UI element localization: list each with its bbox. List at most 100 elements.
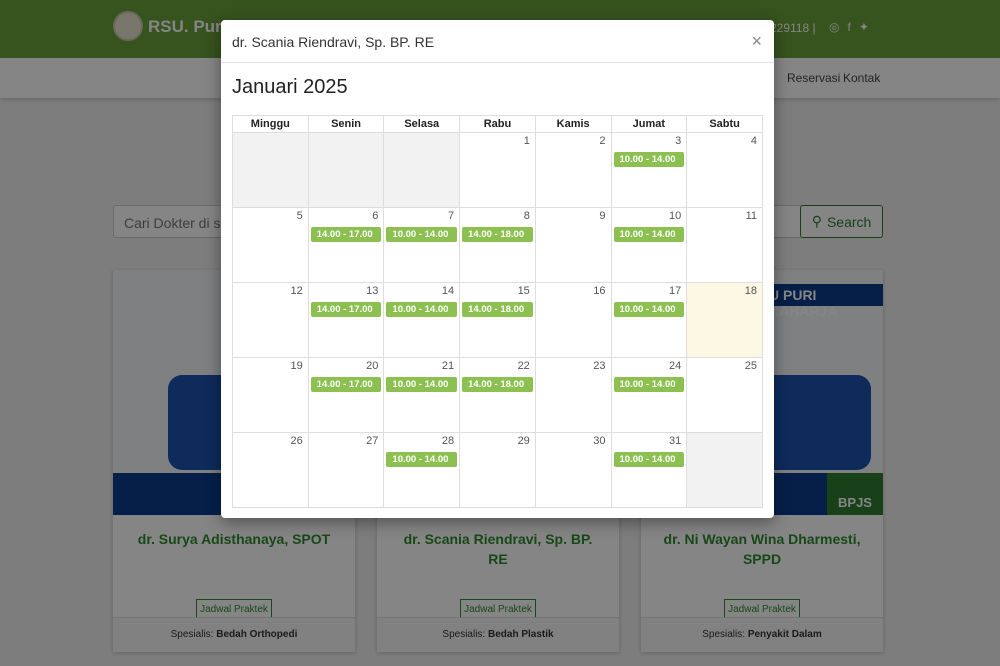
day-number: 20 (366, 360, 379, 372)
schedule-modal: dr. Scania Riendravi, Sp. BP. RE × Janua… (221, 20, 774, 518)
calendar-week: 5 6 14.00 - 17.00 7 10.00 - 14.00 8 14.00 - 18… (232, 207, 763, 283)
calendar-day[interactable]: 9 (534, 207, 612, 283)
schedule-event[interactable]: 14.00 - 17.00 (310, 227, 382, 242)
weekday-header: Minggu (232, 115, 309, 133)
day-number: 2 (599, 135, 606, 147)
modal-header: dr. Scania Riendravi, Sp. BP. RE × (221, 20, 774, 63)
day-number: 15 (517, 285, 530, 297)
close-icon[interactable]: × (751, 31, 762, 52)
calendar-day[interactable]: 1 (459, 132, 536, 208)
day-number: 13 (366, 285, 379, 297)
calendar-day[interactable]: 31 10.00 - 14.00 (610, 432, 688, 508)
day-number: 22 (517, 360, 530, 372)
day-number: 5 (296, 210, 303, 222)
day-number (689, 435, 760, 451)
day-number (386, 135, 457, 151)
weekday-header: Sabtu (686, 115, 763, 133)
calendar-month: Januari 2025 (232, 76, 348, 98)
day-number: 11 (745, 210, 757, 222)
calendar-day[interactable]: 24 10.00 - 14.00 (610, 357, 688, 433)
weekday-header: Jumat (610, 115, 688, 133)
day-number: 10 (668, 210, 682, 222)
calendar-day[interactable]: 18 (686, 282, 763, 358)
day-number: 21 (441, 360, 455, 372)
day-number: 8 (523, 210, 530, 222)
calendar-day[interactable] (307, 132, 385, 208)
calendar-day[interactable]: 21 10.00 - 14.00 (383, 357, 461, 433)
day-number: 3 (675, 135, 682, 147)
day-number: 1 (523, 135, 530, 147)
schedule-event[interactable]: 10.00 - 14.00 (613, 302, 685, 317)
calendar-day[interactable]: 22 14.00 - 18.00 (459, 357, 536, 433)
day-number: 29 (517, 435, 530, 447)
calendar-day[interactable]: 15 14.00 - 18.00 (459, 282, 536, 358)
day-number: 4 (750, 135, 757, 147)
day-number: 23 (593, 360, 606, 372)
calendar-week: 12 13 14.00 - 17.00 14 10.00 - 14.00 15 14.00 … (232, 282, 763, 358)
day-number: 12 (290, 285, 303, 297)
calendar-day[interactable]: 12 (232, 282, 309, 358)
day-number: 31 (668, 435, 682, 447)
weekday-header: Kamis (534, 115, 612, 133)
modal-title: dr. Scania Riendravi, Sp. BP. RE (232, 34, 435, 50)
day-number: 18 (744, 285, 757, 297)
calendar-day[interactable]: 27 (307, 432, 385, 508)
calendar-day[interactable] (383, 132, 461, 208)
schedule-event[interactable]: 10.00 - 14.00 (386, 227, 458, 242)
weekday-header: Rabu (459, 115, 536, 133)
day-number: 9 (599, 210, 606, 222)
day-number: 28 (441, 435, 455, 447)
calendar-day[interactable]: 26 (232, 432, 309, 508)
schedule-event[interactable]: 10.00 - 14.00 (386, 377, 458, 392)
schedule-event[interactable]: 10.00 - 14.00 (386, 302, 458, 317)
day-number: 6 (372, 210, 379, 222)
calendar-day[interactable]: 25 (686, 357, 763, 433)
calendar-day[interactable]: 29 (459, 432, 536, 508)
calendar-day[interactable]: 10 10.00 - 14.00 (610, 207, 688, 283)
calendar-day[interactable]: 30 (534, 432, 612, 508)
schedule-event[interactable]: 14.00 - 18.00 (462, 377, 533, 392)
schedule-event[interactable]: 10.00 - 14.00 (386, 452, 458, 467)
schedule-event[interactable]: 10.00 - 14.00 (613, 377, 685, 392)
weekday-header: Selasa (383, 115, 461, 133)
day-number: 27 (366, 435, 379, 447)
calendar-day[interactable]: 20 14.00 - 17.00 (307, 357, 385, 433)
day-number: 16 (593, 285, 606, 297)
calendar-day[interactable]: 19 (232, 357, 309, 433)
schedule-event[interactable]: 14.00 - 17.00 (310, 377, 382, 392)
calendar-week: 19 20 14.00 - 17.00 21 10.00 - 14.00 22 14.00 … (232, 357, 763, 433)
schedule-event[interactable]: 10.00 - 14.00 (613, 452, 685, 467)
day-number: 26 (290, 435, 303, 447)
calendar-day[interactable]: 14 10.00 - 14.00 (383, 282, 461, 358)
calendar-day[interactable] (232, 132, 309, 208)
calendar-day[interactable]: 16 (534, 282, 612, 358)
calendar-day[interactable]: 5 (232, 207, 309, 283)
calendar-day[interactable] (686, 432, 763, 508)
calendar-day[interactable]: 4 (686, 132, 763, 208)
day-number: 14 (441, 285, 455, 297)
calendar-day[interactable]: 7 10.00 - 14.00 (383, 207, 461, 283)
calendar-day[interactable]: 28 10.00 - 14.00 (383, 432, 461, 508)
schedule-event[interactable]: 14.00 - 18.00 (462, 302, 533, 317)
calendar-week: 1 2 3 10.00 - 14.00 4 (232, 132, 763, 208)
calendar-day[interactable]: 3 10.00 - 14.00 (610, 132, 688, 208)
calendar-day[interactable]: 17 10.00 - 14.00 (610, 282, 688, 358)
schedule-event[interactable]: 14.00 - 18.00 (462, 227, 533, 242)
day-number: 7 (447, 210, 455, 222)
calendar-day[interactable]: 8 14.00 - 18.00 (459, 207, 536, 283)
day-number: 17 (668, 285, 682, 297)
day-number: 25 (744, 360, 757, 372)
schedule-event[interactable]: 14.00 - 17.00 (310, 302, 382, 317)
day-number: 19 (290, 360, 303, 372)
day-number: 30 (593, 435, 606, 447)
schedule-event[interactable]: 10.00 - 14.00 (613, 227, 685, 242)
schedule-event[interactable]: 10.00 - 14.00 (613, 152, 685, 167)
calendar-day[interactable]: 11 (686, 207, 763, 283)
calendar: Minggu Senin Selasa Rabu Kamis Jumat Sabtu 123… (232, 115, 763, 508)
calendar-day[interactable]: 6 14.00 - 17.00 (307, 207, 385, 283)
calendar-day[interactable]: 2 (534, 132, 612, 208)
day-number (235, 135, 306, 151)
calendar-day[interactable]: 13 14.00 - 17.00 (307, 282, 385, 358)
calendar-week: 26 27 28 10.00 - 14.00 29 30 31 10.00 - 14.00 (232, 432, 763, 508)
calendar-day[interactable]: 23 (534, 357, 612, 433)
